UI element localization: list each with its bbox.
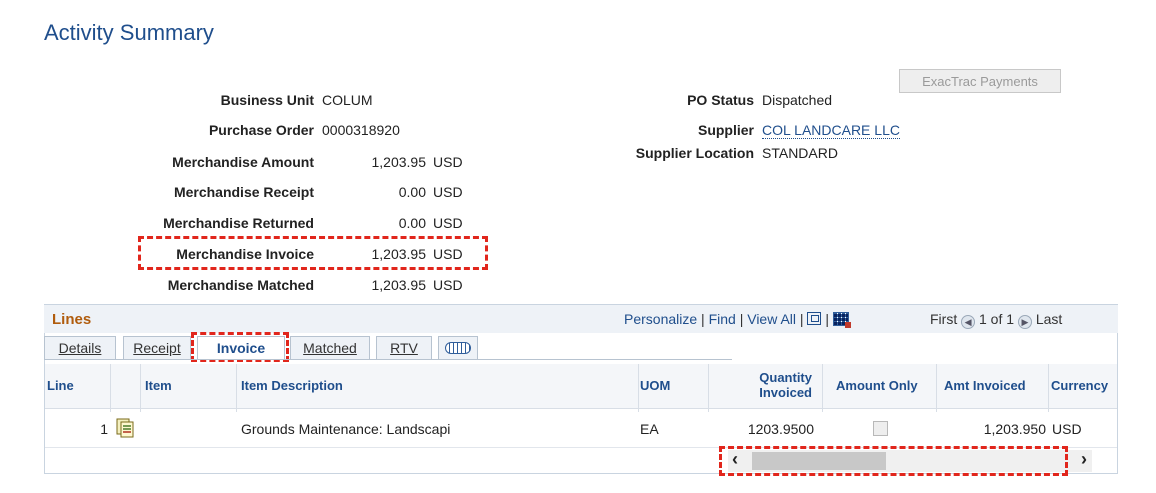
- tab-details[interactable]: Details: [44, 336, 116, 359]
- nav-separator: |: [739, 311, 744, 327]
- page-title: Activity Summary: [44, 20, 214, 45]
- col-header-quantity-invoiced[interactable]: Quantity Invoiced: [730, 370, 812, 400]
- po-status-label: PO Status: [687, 92, 754, 108]
- grid-pagination: First ◀ 1 of 1 ▶ Last: [930, 311, 1062, 329]
- merchandise-matched-value: 1,203.95: [371, 277, 427, 293]
- download-grid-icon[interactable]: [832, 312, 851, 328]
- row-quantity-invoiced: 1203.9500: [747, 421, 814, 437]
- row-uom: EA: [640, 421, 659, 437]
- merchandise-receipt-value: 0.00: [398, 184, 426, 200]
- supplier-location-label: Supplier Location: [635, 145, 754, 161]
- col-header-amt-invoiced[interactable]: Amt Invoiced: [944, 378, 1026, 393]
- po-status-value: Dispatched: [762, 92, 833, 108]
- nav-separator: |: [701, 311, 705, 327]
- tab-rtv[interactable]: RTV: [376, 336, 432, 359]
- view-all-link[interactable]: View All: [747, 311, 796, 327]
- col-header-amount-only[interactable]: Amount Only: [836, 378, 918, 393]
- merchandise-invoice-highlight: [138, 236, 488, 270]
- invoice-tab-highlight: [191, 332, 289, 362]
- col-header-uom[interactable]: UOM: [640, 378, 670, 393]
- next-icon[interactable]: ▶: [1017, 315, 1032, 329]
- last-label: Last: [1035, 311, 1063, 327]
- merchandise-amount-currency: USD: [433, 154, 463, 170]
- nav-separator: |: [825, 311, 829, 327]
- col-header-item[interactable]: Item: [145, 378, 172, 393]
- purchase-order-value: 0000318920: [322, 122, 400, 138]
- merchandise-receipt-label: Merchandise Receipt: [173, 184, 314, 200]
- row-item-description-link[interactable]: Grounds Maintenance: Landscapi: [241, 421, 450, 437]
- row-line: 1: [100, 421, 108, 437]
- previous-icon[interactable]: ◀: [961, 315, 976, 329]
- find-link[interactable]: Find: [709, 311, 736, 327]
- supplier-link[interactable]: COL LANDCARE LLC: [762, 122, 900, 139]
- merchandise-amount-label: Merchandise Amount: [172, 154, 314, 170]
- exactrac-payments-button[interactable]: ExacTrac Payments: [899, 69, 1061, 93]
- merchandise-amount-value: 1,203.95: [371, 154, 427, 170]
- document-icon[interactable]: [116, 418, 134, 438]
- personalize-link[interactable]: Personalize: [624, 311, 697, 327]
- tab-matched[interactable]: Matched: [290, 336, 370, 359]
- merchandise-returned-value: 0.00: [398, 215, 426, 231]
- first-label: First: [930, 311, 958, 327]
- col-header-line[interactable]: Line: [47, 378, 74, 393]
- merchandise-matched-label: Merchandise Matched: [167, 277, 314, 293]
- zoom-icon[interactable]: [807, 312, 822, 325]
- table-icon: [445, 342, 471, 354]
- merchandise-returned-label: Merchandise Returned: [163, 215, 314, 231]
- amount-only-checkbox[interactable]: [873, 421, 888, 436]
- nav-separator: |: [799, 311, 804, 327]
- tab-receipt[interactable]: Receipt: [123, 336, 191, 359]
- purchase-order-label: Purchase Order: [208, 122, 314, 138]
- show-all-columns-icon[interactable]: [438, 336, 478, 359]
- tab-underline: [44, 359, 732, 360]
- col-header-currency[interactable]: Currency: [1051, 378, 1108, 393]
- merchandise-returned-currency: USD: [433, 215, 463, 231]
- scrollbar-highlight: [719, 446, 1068, 476]
- row-currency: USD: [1052, 421, 1082, 437]
- scroll-right-icon[interactable]: ›: [1081, 449, 1087, 470]
- row-amt-invoiced: 1,203.950: [983, 421, 1046, 437]
- col-header-item-description[interactable]: Item Description: [241, 378, 343, 393]
- supplier-location-value: STANDARD: [762, 145, 838, 161]
- business-unit-value: COLUM: [322, 92, 373, 108]
- page-range: 1 of 1: [979, 311, 1015, 327]
- supplier-label: Supplier: [697, 122, 754, 138]
- grid-nav: Personalize | Find | View All | |: [624, 311, 851, 328]
- merchandise-receipt-currency: USD: [433, 184, 463, 200]
- merchandise-matched-currency: USD: [433, 277, 463, 293]
- business-unit-label: Business Unit: [220, 92, 314, 108]
- grid-title: Lines: [52, 311, 92, 328]
